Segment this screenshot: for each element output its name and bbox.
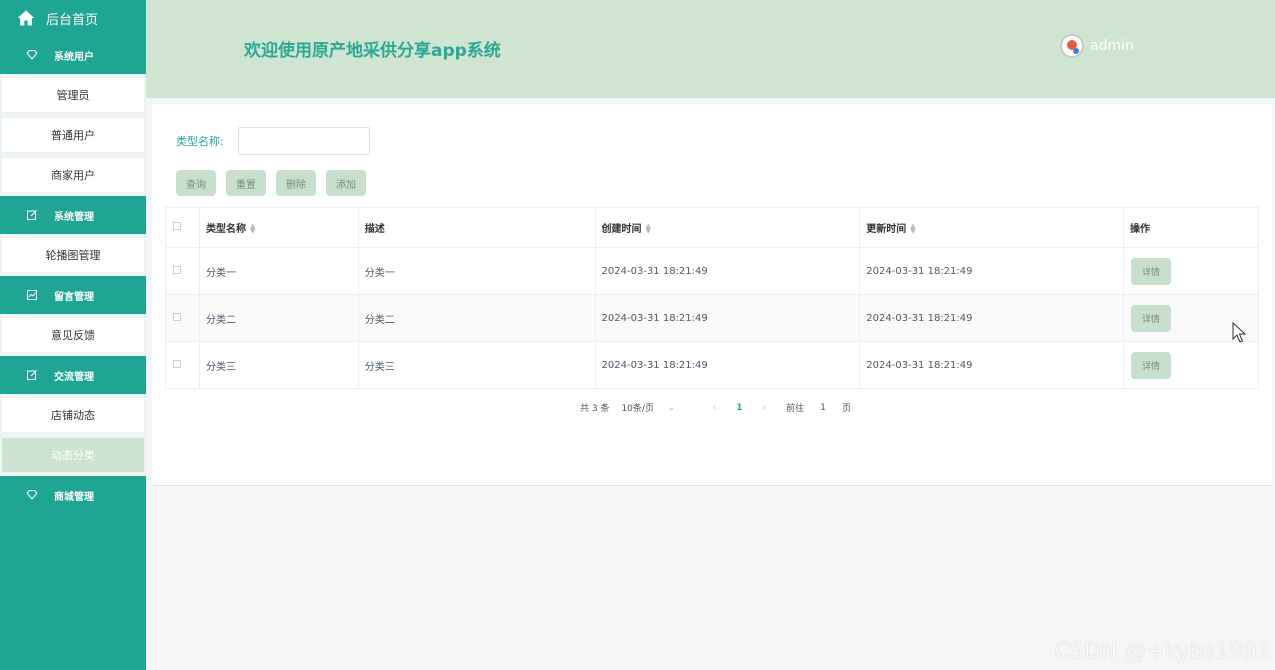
next-page-icon[interactable]: › (763, 403, 767, 413)
page-unit-label: 页 (842, 404, 852, 414)
top-header: 欢迎使用原产地采供分享app系统 admin (146, 0, 1275, 98)
sidebar-home-label: 后台首页 (46, 12, 99, 28)
query-button[interactable]: 查询 (176, 170, 216, 196)
column-header-updated[interactable]: 更新时间 ▲ ▼ (859, 207, 1125, 248)
column-header-description: 描述 (357, 207, 596, 248)
avatar[interactable] (1060, 34, 1084, 58)
mouse-cursor-icon (1232, 322, 1246, 343)
cell-updated: 2024-03-31 18:21:49 (859, 341, 1125, 389)
chevron-down-icon: ⌄ (667, 403, 675, 412)
cell-type-name: 分类三 (198, 341, 359, 389)
column-label: 类型名称 (205, 224, 246, 235)
chart-icon (26, 289, 38, 301)
sidebar-group-label: 系统管理 (54, 211, 94, 223)
detail-button[interactable]: 详情 (1131, 351, 1172, 379)
row-checkbox[interactable] (173, 359, 181, 368)
action-buttons: 查询 重置 删除 添加 (176, 170, 376, 196)
detail-button[interactable]: 详情 (1131, 304, 1172, 332)
edit-icon (26, 209, 38, 221)
sidebar-group-exchange[interactable]: 交流管理 (0, 356, 146, 394)
diamond-icon (26, 489, 38, 501)
category-table: 类型名称 ▲ ▼ 描述 创建时间 ▲ ▼ 更新时间 ▲ ▼ 操作 分类一 分类一 2024-… (165, 207, 1259, 389)
sort-icon[interactable]: ▲ ▼ (646, 223, 651, 235)
user-menu[interactable]: admin (1060, 34, 1134, 58)
cell-updated: 2024-03-31 18:21:49 (859, 247, 1125, 295)
cell-description: 分类二 (357, 294, 596, 342)
search-label: 类型名称: (176, 135, 224, 148)
cell-description: 分类一 (357, 247, 596, 295)
detail-button[interactable]: 详情 (1131, 257, 1172, 285)
table-row: 分类三 分类三 2024-03-31 18:21:49 2024-03-31 1… (165, 341, 1259, 389)
edit-icon (26, 369, 38, 381)
column-label: 描述 (364, 224, 385, 235)
sort-icon[interactable]: ▲ ▼ (250, 223, 255, 235)
column-label: 更新时间 (866, 224, 907, 235)
sidebar-item-news-category[interactable]: 动态分类 (2, 438, 144, 472)
delete-button[interactable]: 删除 (276, 170, 316, 196)
page-number-current[interactable]: 1 (736, 403, 742, 413)
column-label: 创建时间 (601, 224, 642, 235)
pagination: 共 3 条 10条/页 ⌄ ‹ 1 › 前往 1 页 (580, 401, 863, 415)
page-size-select[interactable]: 10条/页 ⌄ (621, 401, 686, 414)
sidebar-group-messages[interactable]: 留言管理 (0, 276, 146, 314)
sidebar-item-normal-users[interactable]: 普通用户 (2, 118, 144, 152)
type-name-input[interactable] (237, 127, 370, 155)
cell-created: 2024-03-31 18:21:49 (594, 294, 861, 342)
sidebar-item-store-news[interactable]: 店铺动态 (2, 398, 144, 432)
sidebar-group-label: 交流管理 (54, 371, 94, 383)
column-header-actions: 操作 (1123, 207, 1259, 248)
cell-created: 2024-03-31 18:21:49 (594, 341, 861, 389)
sidebar-submenu-exchange: 店铺动态 动态分类 (0, 394, 146, 476)
column-header-type-name[interactable]: 类型名称 ▲ ▼ (198, 207, 359, 248)
column-label: 操作 (1130, 224, 1151, 235)
reset-button[interactable]: 重置 (226, 170, 266, 196)
diamond-icon (26, 49, 38, 61)
sidebar-submenu-system-management: 轮播图管理 (0, 234, 146, 276)
sidebar-group-mall[interactable]: 商城管理 (0, 476, 146, 514)
row-checkbox[interactable] (173, 265, 181, 274)
cell-updated: 2024-03-31 18:21:49 (859, 294, 1125, 342)
sidebar: 后台首页 系统用户 管理员 普通用户 商家用户 系统管理 轮播图管理 留言管理 … (0, 0, 146, 670)
column-header-created[interactable]: 创建时间 ▲ ▼ (594, 207, 861, 248)
username: admin (1090, 38, 1134, 54)
sidebar-item-feedback[interactable]: 意见反馈 (2, 318, 144, 352)
home-icon (17, 10, 35, 26)
sidebar-group-label: 商城管理 (54, 491, 94, 503)
sidebar-submenu-system-users: 管理员 普通用户 商家用户 (0, 74, 146, 196)
table-header-row: 类型名称 ▲ ▼ 描述 创建时间 ▲ ▼ 更新时间 ▲ ▼ 操作 (165, 207, 1259, 248)
sidebar-item-carousel[interactable]: 轮播图管理 (2, 238, 144, 272)
sidebar-group-label: 系统用户 (54, 51, 94, 63)
watermark: CSDN @+kybs1991 (1054, 639, 1271, 664)
prev-page-icon[interactable]: ‹ (713, 403, 717, 413)
select-all-cell (165, 207, 200, 248)
sidebar-item-admin[interactable]: 管理员 (2, 78, 144, 112)
cell-description: 分类三 (357, 341, 596, 389)
sidebar-group-system-management[interactable]: 系统管理 (0, 196, 146, 234)
table-row: 分类一 分类一 2024-03-31 18:21:49 2024-03-31 1… (165, 247, 1259, 295)
sidebar-item-merchant-users[interactable]: 商家用户 (2, 158, 144, 192)
page-size-value: 10条/页 (621, 404, 654, 414)
sort-icon[interactable]: ▲ ▼ (910, 223, 915, 235)
sidebar-home[interactable]: 后台首页 (0, 0, 146, 36)
table-row: 分类二 分类二 2024-03-31 18:21:49 2024-03-31 1… (165, 294, 1259, 342)
goto-label: 前往 (786, 404, 805, 414)
sidebar-submenu-messages: 意见反馈 (0, 314, 146, 356)
page-title: 欢迎使用原产地采供分享app系统 (244, 41, 501, 61)
select-all-checkbox[interactable] (173, 222, 181, 230)
sidebar-group-system-users[interactable]: 系统用户 (0, 36, 146, 74)
sidebar-group-label: 留言管理 (54, 291, 94, 303)
add-button[interactable]: 添加 (326, 170, 366, 196)
content-card: 类型名称: 查询 重置 删除 添加 类型名称 ▲ ▼ 描述 创建时间 ▲ ▼ 更新时间 ▲… (152, 104, 1272, 486)
cell-type-name: 分类一 (198, 247, 359, 295)
cell-created: 2024-03-31 18:21:49 (594, 247, 861, 295)
search-row: 类型名称: (176, 127, 370, 155)
goto-page-input[interactable]: 1 (816, 403, 830, 413)
row-checkbox[interactable] (173, 312, 181, 321)
pagination-total: 共 3 条 (580, 404, 610, 414)
cell-type-name: 分类二 (198, 294, 359, 342)
